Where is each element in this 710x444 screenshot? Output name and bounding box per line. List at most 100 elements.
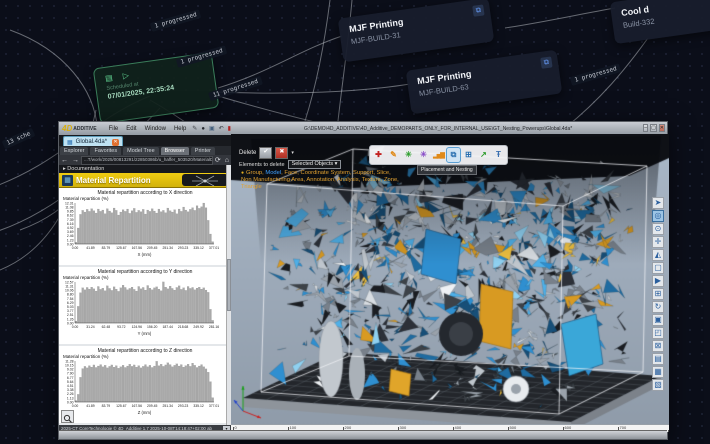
floating-toolbar: ✚✎✳✳▂▅▇⧉⊞↗Ŧ: [369, 145, 508, 165]
build-tools-icon[interactable]: Ŧ: [492, 148, 505, 162]
documentation-row[interactable]: ▸ Documentation: [59, 165, 231, 173]
svg-text:156.20: 156.20: [147, 325, 157, 329]
tab-browser[interactable]: Browser: [161, 147, 189, 155]
app-logo-suffix: ADDITIVE: [73, 126, 96, 132]
placement-nesting-icon[interactable]: ⧉: [447, 148, 460, 162]
arrange-grid-icon[interactable]: ⊞: [462, 148, 475, 162]
menu-help[interactable]: Help: [174, 126, 186, 132]
tab-model-tree[interactable]: Model Tree: [123, 147, 159, 155]
lattice-icon[interactable]: ✳: [417, 148, 430, 162]
svg-text:281.16: 281.16: [209, 325, 219, 329]
svg-text:218.68: 218.68: [178, 325, 188, 329]
panel-tabs: ExplorerFavoritesModel TreeBrowserPrinte…: [59, 146, 231, 155]
svg-text:0.00: 0.00: [72, 246, 79, 250]
target-icon[interactable]: ◎: [652, 210, 664, 222]
chart-title: Material repartition according to X dire…: [59, 188, 231, 196]
cancel-delete-button[interactable]: ✖: [275, 147, 288, 159]
center-point-icon[interactable]: ⊙: [652, 223, 664, 235]
close-button[interactable]: ✕: [659, 124, 665, 132]
chart-x-direction: Material repartition according to X dire…: [59, 188, 231, 267]
svg-text:377.01: 377.01: [209, 246, 219, 250]
svg-text:209.45: 209.45: [147, 404, 157, 408]
svg-text:293.23: 293.23: [178, 246, 188, 250]
refresh-icon[interactable]: ⟳: [215, 156, 221, 165]
app-window: 4D ADDITIVE FileEditWindowHelp ✎●▣↶▮ G:\…: [58, 121, 668, 440]
browser-navbar: ← → ...T/work/2025/00813291/22850386b/u_…: [59, 155, 231, 165]
external-link-icon[interactable]: ⧉: [472, 4, 484, 16]
fit-view-icon[interactable]: ▣: [652, 314, 664, 326]
svg-text:Y (mm): Y (mm): [138, 331, 152, 336]
save-icon[interactable]: ▣: [209, 126, 215, 132]
external-link-icon[interactable]: ⧉: [540, 56, 552, 68]
svg-text:167.56: 167.56: [132, 404, 142, 408]
selection-box-icon[interactable]: ▢: [652, 262, 664, 274]
window-buttons: –▢✕: [643, 125, 667, 132]
maximize-button[interactable]: ▢: [650, 124, 657, 132]
material-icon[interactable]: ▮: [228, 126, 231, 132]
selection-highlight[interactable]: Model: [265, 170, 281, 176]
play-view-icon[interactable]: ▶: [652, 275, 664, 287]
chart-plot: 12.3111.089.858.627.396.164.923.692.461.…: [59, 201, 223, 259]
svg-text:41.89: 41.89: [86, 246, 95, 250]
right-toolbar: ➤◎⊙✛◭▢▶⊞↻▣◰⊠▤▦▧: [652, 196, 666, 392]
header-graphic: [182, 174, 228, 186]
confirm-delete-button[interactable]: ✔: [259, 147, 272, 159]
svg-text:249.92: 249.92: [193, 325, 203, 329]
svg-text:251.34: 251.34: [162, 404, 172, 408]
svg-text:209.45: 209.45: [147, 246, 157, 250]
tab-printer[interactable]: Printer: [191, 147, 215, 155]
edit-icon[interactable]: ✎: [192, 126, 197, 132]
browser-panel: ExplorerFavoritesModel TreeBrowserPrinte…: [59, 146, 231, 432]
tab-explorer[interactable]: Explorer: [60, 147, 88, 155]
chart-plot: 11.2810.159.027.906.775.644.513.382.261.…: [59, 359, 223, 417]
back-icon[interactable]: ←: [61, 156, 68, 165]
layers-icon[interactable]: ▤: [652, 353, 664, 365]
rotate-view-icon[interactable]: ↻: [652, 301, 664, 313]
delete-toolbar: Delete ✔ ✖ ▾: [239, 147, 294, 159]
close-tab-icon[interactable]: ✕: [112, 139, 119, 146]
svg-text:335.12: 335.12: [193, 246, 203, 250]
chart-title: Material repartition according to Z dire…: [59, 346, 231, 354]
minimize-button[interactable]: –: [643, 124, 648, 132]
repair-icon[interactable]: ✎: [387, 148, 400, 162]
record-icon[interactable]: ●: [201, 126, 205, 132]
menu-window[interactable]: Window: [145, 126, 166, 132]
url-field[interactable]: ...T/work/2025/00813291/22850386b/u_haff…: [81, 156, 213, 165]
export-icon[interactable]: ↗: [477, 148, 490, 162]
forward-icon[interactable]: →: [72, 156, 79, 165]
overlap-triangles-icon[interactable]: ◭: [652, 249, 664, 261]
charts-area: Material repartition according to X dire…: [59, 188, 231, 425]
menu-edit[interactable]: Edit: [126, 126, 136, 132]
titlebar-icons: ✎ ● ▣ ↶ ▮: [190, 125, 233, 132]
window-bottom-bar: [59, 430, 667, 439]
svg-text:83.79: 83.79: [102, 246, 111, 250]
delete-options-icon[interactable]: ▾: [291, 150, 294, 156]
bullet-icon: ●: [241, 170, 244, 176]
undo-icon[interactable]: ↶: [219, 126, 224, 132]
screen: MJF PrintingMJF-BUILD-31⧉MJF PrintingMJF…: [0, 0, 710, 444]
svg-text:187.44: 187.44: [162, 325, 172, 329]
home-icon[interactable]: ⌂: [225, 156, 229, 165]
quad-view-icon[interactable]: ⊞: [652, 288, 664, 300]
analysis-chart-icon[interactable]: ▂▅▇: [432, 148, 445, 162]
move-icon[interactable]: ✛: [652, 236, 664, 248]
svg-text:377.01: 377.01: [209, 404, 219, 408]
elements-to-delete-row: Elements to delete Selected Objects ▾: [239, 160, 341, 169]
zoom-button[interactable]: [61, 410, 74, 423]
svg-text:41.89: 41.89: [86, 404, 95, 408]
add-part-icon[interactable]: ✚: [372, 148, 385, 162]
document-icon: ▦: [67, 139, 73, 146]
app-logo: 4D: [62, 124, 72, 133]
menu-file[interactable]: File: [109, 126, 119, 132]
delete-view-icon[interactable]: ⊠: [652, 340, 664, 352]
elements-select[interactable]: Selected Objects ▾: [288, 160, 342, 169]
report-title: Material Repartition: [76, 176, 182, 185]
svg-text:125.67: 125.67: [116, 404, 126, 408]
tab-favorites[interactable]: Favorites: [90, 147, 121, 155]
viewport-3d: Delete ✔ ✖ ▾ Elements to delete Selected…: [231, 134, 669, 432]
grid-icon[interactable]: ▦: [652, 366, 664, 378]
hatch-icon[interactable]: ▧: [652, 379, 664, 391]
corner-view-icon[interactable]: ◰: [652, 327, 664, 339]
select-cursor-icon[interactable]: ➤: [652, 197, 664, 209]
supports-icon[interactable]: ✳: [402, 148, 415, 162]
